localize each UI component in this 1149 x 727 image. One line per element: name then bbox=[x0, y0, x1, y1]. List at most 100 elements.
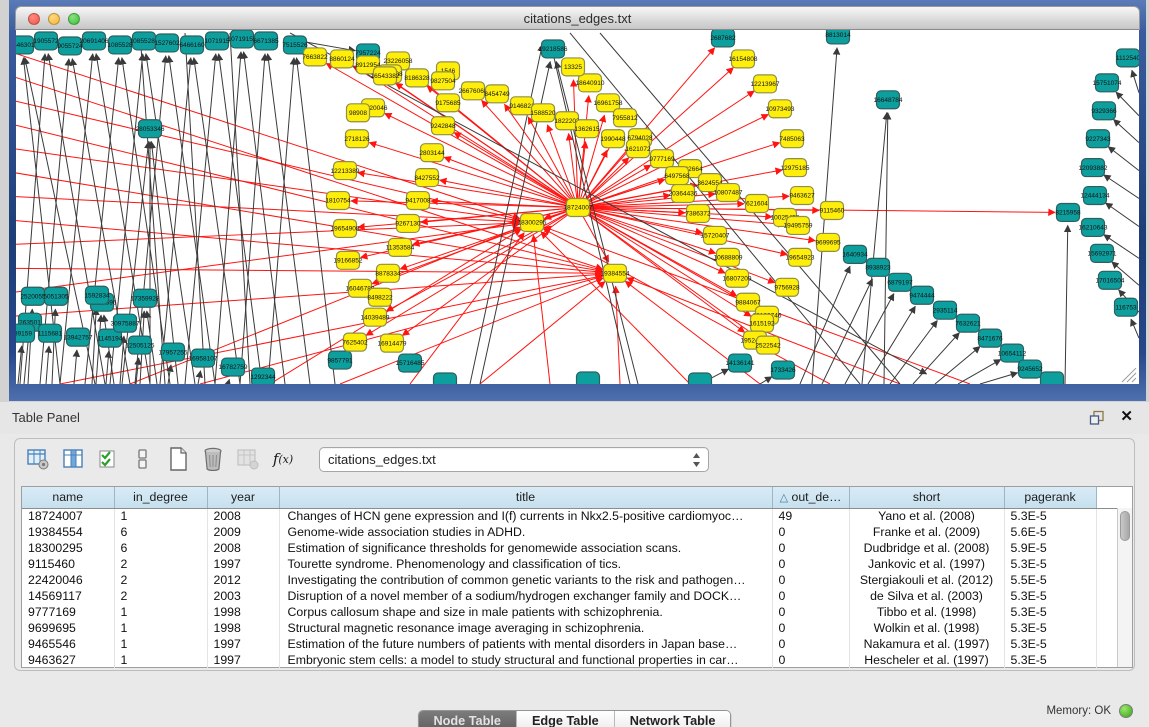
cell-name[interactable]: 9777169 bbox=[22, 604, 114, 620]
cell-year[interactable]: 1998 bbox=[207, 604, 279, 620]
graph-edge[interactable] bbox=[46, 346, 49, 384]
cell-pagerank[interactable]: 5.3E-5 bbox=[1004, 556, 1096, 572]
cell-title[interactable]: Genome-wide association studies in ADHD. bbox=[279, 524, 772, 540]
table-row[interactable]: 1456911722003Disruption of a novel membe… bbox=[22, 588, 1119, 604]
delete-table-icon[interactable] bbox=[235, 446, 261, 472]
graph-edge[interactable] bbox=[74, 350, 77, 384]
select-all-icon[interactable] bbox=[95, 446, 121, 472]
cell-name[interactable]: 9115460 bbox=[22, 556, 114, 572]
graph-edge[interactable] bbox=[96, 315, 101, 384]
graph-node[interactable] bbox=[577, 372, 600, 384]
cell-short[interactable]: de Silva et al. (2003) bbox=[849, 588, 1004, 604]
cell-title[interactable]: Disruption of a novel member of a sodium… bbox=[279, 588, 772, 604]
cell-name[interactable]: 22420046 bbox=[22, 572, 114, 588]
cell-out_degree[interactable]: 0 bbox=[772, 636, 849, 652]
cell-pagerank[interactable]: 5.3E-5 bbox=[1004, 620, 1096, 636]
cell-pagerank[interactable]: 5.3E-5 bbox=[1004, 652, 1096, 668]
graph-edge[interactable] bbox=[122, 58, 170, 384]
graph-edge[interactable] bbox=[884, 113, 888, 384]
graph-edge[interactable] bbox=[913, 333, 959, 384]
cell-year[interactable]: 2009 bbox=[207, 524, 279, 540]
graph-edge[interactable] bbox=[268, 58, 294, 384]
cell-in_degree[interactable]: 6 bbox=[114, 540, 207, 556]
column-header-year[interactable]: year bbox=[207, 487, 279, 508]
tab-edge-table[interactable]: Edge Table bbox=[517, 711, 615, 727]
cell-short[interactable]: Tibbo et al. (1998) bbox=[849, 604, 1004, 620]
cell-year[interactable]: 2008 bbox=[207, 540, 279, 556]
cell-pagerank[interactable]: 5.3E-5 bbox=[1004, 588, 1096, 604]
network-graph[interactable]: 1546301190557290557242069140610855281085… bbox=[16, 30, 1139, 384]
cell-name[interactable]: 18724007 bbox=[22, 508, 114, 524]
cell-name[interactable]: 14569117 bbox=[22, 588, 114, 604]
cell-year[interactable]: 2003 bbox=[207, 588, 279, 604]
table-row[interactable]: 1830029562008Estimation of significance … bbox=[22, 540, 1119, 556]
cell-out_degree[interactable]: 0 bbox=[772, 524, 849, 540]
cell-pagerank[interactable]: 5.3E-5 bbox=[1004, 604, 1096, 620]
cell-short[interactable]: Yano et al. (2008) bbox=[849, 508, 1004, 524]
graph-node[interactable] bbox=[689, 373, 712, 384]
graph-edge[interactable] bbox=[244, 52, 285, 384]
graph-edge[interactable] bbox=[533, 235, 550, 384]
tab-node-table[interactable]: Node Table bbox=[419, 711, 517, 727]
cell-year[interactable]: 2012 bbox=[207, 572, 279, 588]
cell-year[interactable]: 1997 bbox=[207, 636, 279, 652]
graph-node[interactable] bbox=[1041, 372, 1064, 384]
graph-edge[interactable] bbox=[106, 351, 109, 384]
cell-in_degree[interactable]: 2 bbox=[114, 588, 207, 604]
cell-in_degree[interactable]: 1 bbox=[114, 604, 207, 620]
cell-name[interactable]: 18300295 bbox=[22, 540, 114, 556]
graph-edge[interactable] bbox=[268, 54, 310, 384]
graph-edge[interactable] bbox=[616, 286, 620, 384]
cell-in_degree[interactable]: 1 bbox=[114, 620, 207, 636]
table-row[interactable]: 977716911998Corpus callosum shape and si… bbox=[22, 604, 1119, 620]
select-columns-icon[interactable] bbox=[60, 446, 86, 472]
table-row[interactable]: 1938455462009Genome-wide association stu… bbox=[22, 524, 1119, 540]
graph-edge[interactable] bbox=[1108, 147, 1139, 171]
table-row[interactable]: 946362711997Embryonic stem cells: a mode… bbox=[22, 652, 1119, 668]
cell-in_degree[interactable]: 1 bbox=[114, 508, 207, 524]
cell-short[interactable]: Nakamura et al. (1997) bbox=[849, 636, 1004, 652]
cell-out_degree[interactable]: 0 bbox=[772, 620, 849, 636]
rows-icon[interactable] bbox=[130, 446, 156, 472]
delete-icon[interactable] bbox=[200, 446, 226, 472]
graph-edge[interactable] bbox=[1131, 319, 1139, 338]
cell-out_degree[interactable]: 49 bbox=[772, 508, 849, 524]
graph-edge[interactable] bbox=[1116, 92, 1139, 116]
cell-out_degree[interactable]: 0 bbox=[772, 572, 849, 588]
cell-title[interactable]: Corpus callosum shape and size in male p… bbox=[279, 604, 772, 620]
graph-edge[interactable] bbox=[215, 52, 241, 384]
graph-edge[interactable] bbox=[16, 197, 519, 222]
graph-edge[interactable] bbox=[980, 373, 1018, 384]
graph-edge[interactable] bbox=[198, 371, 201, 384]
tab-network-table[interactable]: Network Table bbox=[615, 711, 731, 727]
cell-short[interactable]: Franke et al. (2009) bbox=[849, 524, 1004, 540]
cell-short[interactable]: Wolkin et al. (1998) bbox=[849, 620, 1004, 636]
graph-edge[interactable] bbox=[185, 33, 205, 384]
cell-in_degree[interactable]: 2 bbox=[114, 572, 207, 588]
graph-edge[interactable] bbox=[369, 143, 578, 208]
graph-edge[interactable] bbox=[570, 33, 860, 384]
cell-year[interactable]: 1998 bbox=[207, 620, 279, 636]
graph-edge[interactable] bbox=[194, 58, 240, 384]
cell-short[interactable]: Dudbridge et al. (2008) bbox=[849, 540, 1004, 556]
cell-year[interactable]: 1997 bbox=[207, 556, 279, 572]
new-document-icon[interactable] bbox=[165, 446, 191, 472]
cell-title[interactable]: Tourette syndrome. Phenomenology and cla… bbox=[279, 556, 772, 572]
function-builder-icon[interactable]: f(x) bbox=[270, 446, 296, 472]
cell-out_degree[interactable]: 0 bbox=[772, 588, 849, 604]
cell-out_degree[interactable]: 0 bbox=[772, 556, 849, 572]
column-header-name[interactable]: name bbox=[22, 487, 114, 508]
cell-pagerank[interactable]: 5.6E-5 bbox=[1004, 524, 1096, 540]
cell-year[interactable]: 1997 bbox=[207, 652, 279, 668]
resize-grip-icon[interactable] bbox=[1122, 368, 1136, 382]
cell-pagerank[interactable]: 5.9E-5 bbox=[1004, 540, 1096, 556]
column-header-title[interactable]: title bbox=[279, 487, 772, 508]
column-header-pagerank[interactable]: pagerank bbox=[1004, 487, 1096, 508]
cell-title[interactable]: Embryonic stem cells: a model to study s… bbox=[279, 652, 772, 668]
graph-edge[interactable] bbox=[541, 232, 690, 384]
graph-node[interactable] bbox=[434, 373, 457, 384]
cell-in_degree[interactable]: 2 bbox=[114, 556, 207, 572]
cell-title[interactable]: Estimation of significance thresholds fo… bbox=[279, 540, 772, 556]
cell-title[interactable]: Estimation of the future numbers of pati… bbox=[279, 636, 772, 652]
cell-in_degree[interactable]: 6 bbox=[114, 524, 207, 540]
